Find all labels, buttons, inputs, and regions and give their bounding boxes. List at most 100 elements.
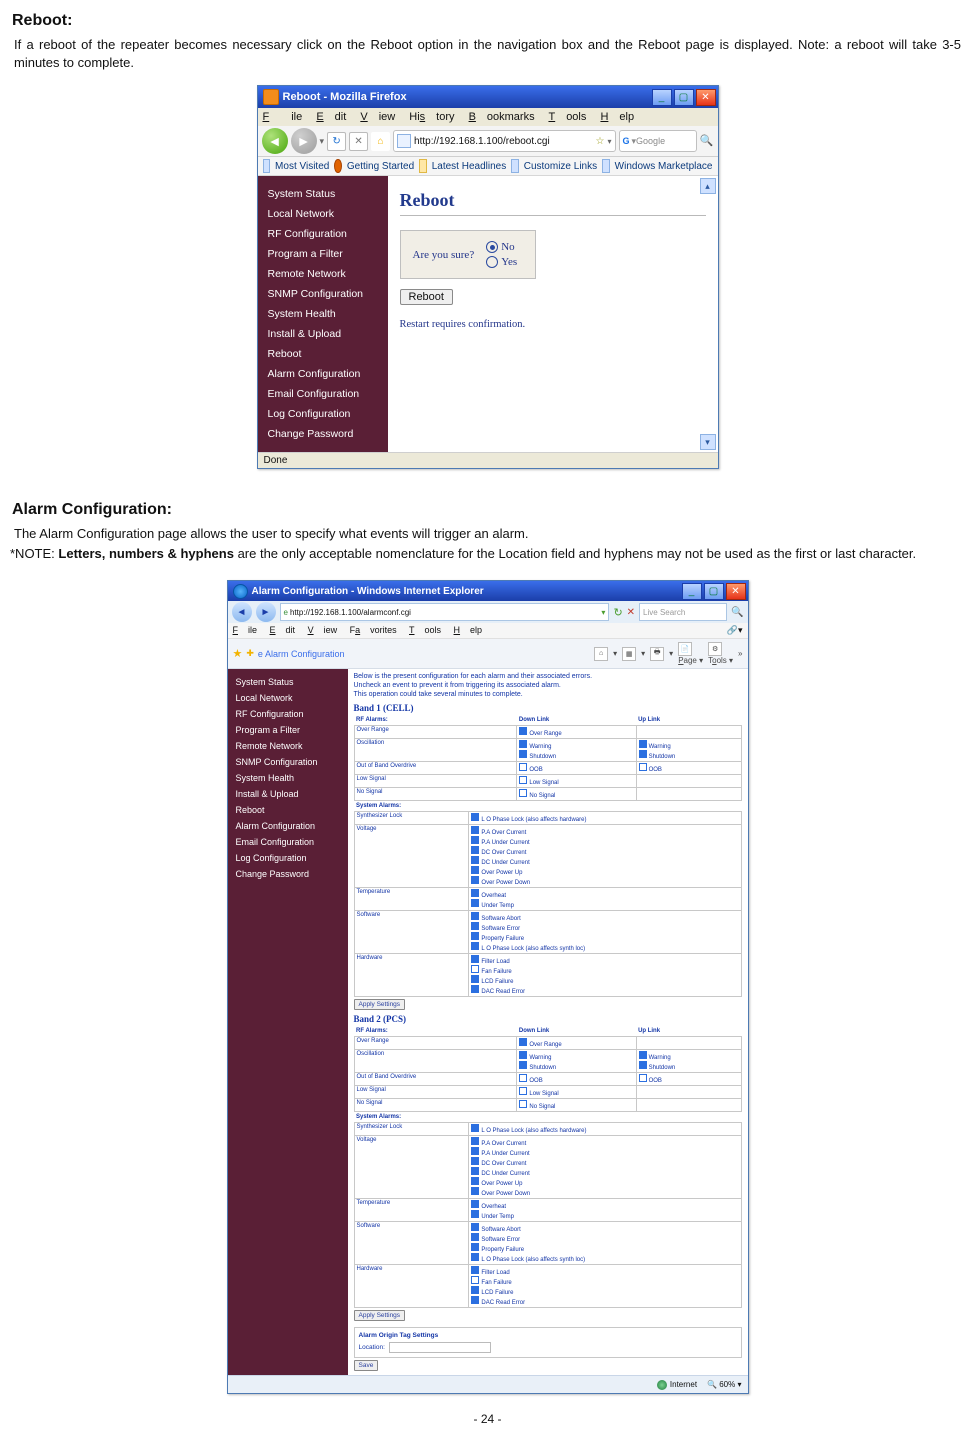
sidebar-item[interactable]: System Status [258,184,388,204]
checkbox[interactable] [471,1167,479,1175]
checkbox[interactable] [519,776,527,784]
checkbox[interactable] [519,727,527,735]
checkbox[interactable] [471,1187,479,1195]
url-bar[interactable]: http://192.168.1.100/reboot.cgi☆▾ [393,130,615,152]
checkbox[interactable] [639,763,647,771]
checkbox[interactable] [471,1157,479,1165]
maximize-button[interactable]: ▢ [704,583,724,600]
scroll-down-icon[interactable]: ▾ [700,434,716,450]
checkbox[interactable] [519,1038,527,1046]
checkbox[interactable] [471,975,479,983]
checkbox[interactable] [471,1223,479,1231]
favorites-star-icon[interactable]: ★ [233,647,243,660]
bookmark-star-icon[interactable]: ☆ [596,136,605,147]
checkbox[interactable] [471,1200,479,1208]
checkbox[interactable] [471,1137,479,1145]
checkbox[interactable] [471,1177,479,1185]
menu-file[interactable]: File [233,625,258,635]
checkbox[interactable] [471,955,479,963]
checkbox[interactable] [639,750,647,758]
sidebar-item[interactable]: System Health [228,770,348,786]
sidebar-item[interactable]: Log Configuration [228,850,348,866]
checkbox[interactable] [471,866,479,874]
print-icon[interactable]: 🖶 [650,647,664,661]
checkbox[interactable] [471,1233,479,1241]
checkbox[interactable] [471,1147,479,1155]
checkbox[interactable] [471,1266,479,1274]
menu-file[interactable]: File [263,111,303,123]
checkbox[interactable] [519,1051,527,1059]
checkbox[interactable] [471,856,479,864]
sidebar-item[interactable]: Local Network [228,690,348,706]
checkbox[interactable] [471,912,479,920]
checkbox[interactable] [471,813,479,821]
checkbox[interactable] [471,899,479,907]
bm-customize[interactable]: Customize Links [524,161,597,172]
bm-most-visited[interactable]: Most Visited [275,161,329,172]
menu-view[interactable]: View [360,111,395,123]
sidebar-item[interactable]: Install & Upload [258,324,388,344]
checkbox[interactable] [471,1276,479,1284]
checkbox[interactable] [471,932,479,940]
page-tab[interactable]: e Alarm Configuration [258,649,345,659]
checkbox[interactable] [639,1061,647,1069]
sidebar-item[interactable]: Change Password [258,424,388,444]
sidebar-item[interactable]: Remote Network [228,738,348,754]
feed-icon[interactable]: ▦ [622,647,636,661]
sidebar-item[interactable]: Local Network [258,204,388,224]
search-icon[interactable]: 🔍 [700,134,714,148]
sidebar-item[interactable]: Reboot [258,344,388,364]
search-box[interactable]: Live Search [639,603,727,621]
checkbox[interactable] [471,1253,479,1261]
checkbox[interactable] [471,876,479,884]
checkbox[interactable] [471,1243,479,1251]
sidebar-item[interactable]: System Health [258,304,388,324]
home-icon[interactable]: ⌂ [594,647,608,661]
menu-tools[interactable]: Tools [409,625,441,635]
menu-history[interactable]: History [409,111,454,123]
checkbox[interactable] [471,1124,479,1132]
forward-button[interactable]: ► [256,602,276,622]
menu-help[interactable]: Help [600,111,634,123]
checkbox[interactable] [471,889,479,897]
links-icon[interactable]: 🔗▾ [727,625,743,636]
refresh-icon[interactable]: ↻ [613,606,622,619]
sidebar-item[interactable]: Log Configuration [258,404,388,424]
apply-button[interactable]: Apply Settings [354,999,406,1010]
checkbox[interactable] [519,763,527,771]
search-icon[interactable]: 🔍 [731,607,743,618]
checkbox[interactable] [471,965,479,973]
checkbox[interactable] [471,1286,479,1294]
maximize-button[interactable]: ▢ [674,89,694,106]
sidebar-item[interactable]: Alarm Configuration [258,364,388,384]
radio-no[interactable] [486,241,498,253]
sidebar-item[interactable]: Program a Filter [258,244,388,264]
menu-edit[interactable]: Edit [316,111,346,123]
sidebar-item[interactable]: Remote Network [258,264,388,284]
sidebar-item[interactable]: Change Password [228,866,348,882]
location-field[interactable] [389,1342,491,1353]
checkbox[interactable] [471,826,479,834]
menu-tools[interactable]: Tools [548,111,586,123]
add-favorite-icon[interactable]: ✚ [246,648,254,659]
minimize-button[interactable]: _ [652,89,672,106]
checkbox[interactable] [519,1061,527,1069]
minimize-button[interactable]: _ [682,583,702,600]
sidebar-item[interactable]: Alarm Configuration [228,818,348,834]
page-menu[interactable]: 📄Page ▾ [678,642,703,665]
reload-button[interactable]: ↻ [327,132,346,151]
checkbox[interactable] [471,1210,479,1218]
stop-icon[interactable]: ✕ [627,607,635,618]
sidebar-item[interactable]: Email Configuration [258,384,388,404]
back-button[interactable]: ◄ [232,602,252,622]
home-button[interactable]: ⌂ [371,132,390,151]
bm-getting-started[interactable]: Getting Started [347,161,414,172]
sidebar-item[interactable]: Program a Filter [228,722,348,738]
tools-menu[interactable]: ⚙Tools ▾ [708,642,733,665]
checkbox[interactable] [519,1074,527,1082]
sidebar-item[interactable]: Email Configuration [228,834,348,850]
bm-marketplace[interactable]: Windows Marketplace [615,161,713,172]
sidebar-item[interactable]: SNMP Configuration [258,284,388,304]
checkbox[interactable] [519,789,527,797]
checkbox[interactable] [471,922,479,930]
